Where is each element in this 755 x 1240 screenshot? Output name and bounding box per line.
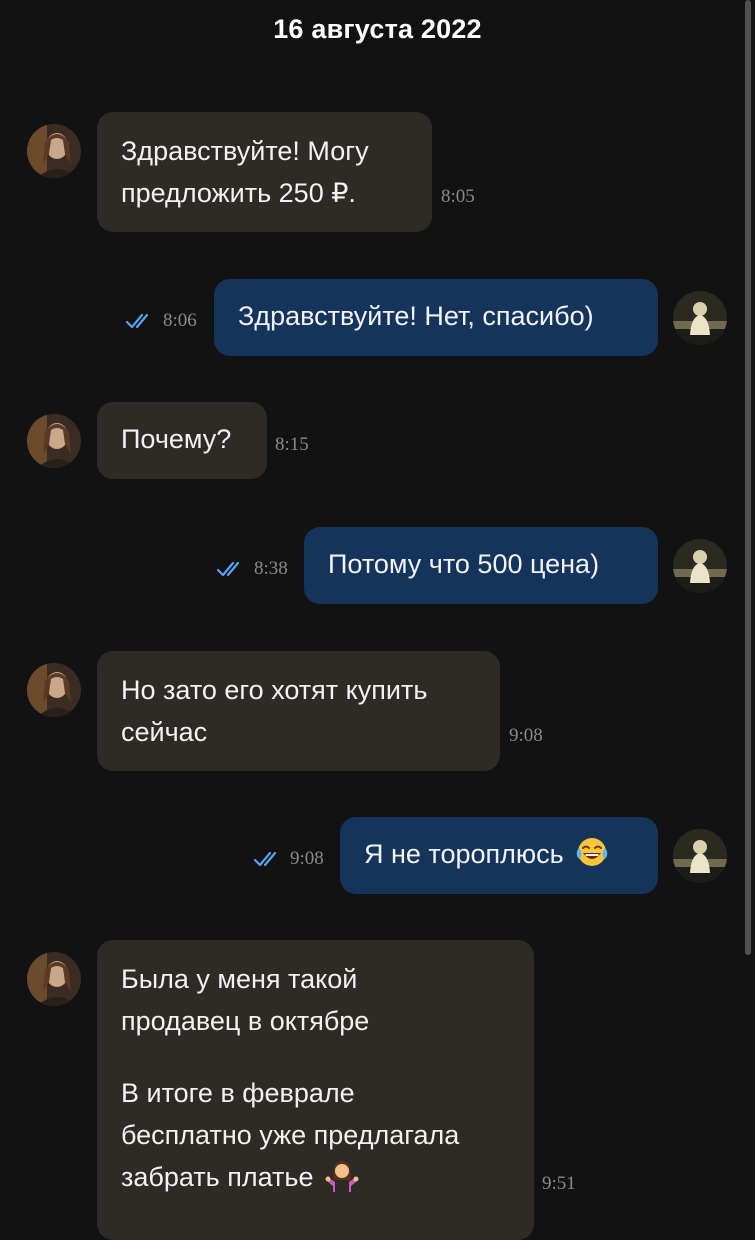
message-paragraph: В итоге в феврале бесплатно уже предлагал… — [121, 1072, 510, 1198]
message-paragraph: Была у меня такой продавец в октябре — [121, 958, 510, 1042]
message-text-line: Была у меня такой — [121, 964, 358, 994]
message-text-line: забрать платье — [121, 1162, 314, 1192]
message-time: 9:51 — [542, 1173, 576, 1194]
message-text-line: сейчас — [121, 717, 208, 747]
contact-avatar[interactable] — [27, 663, 81, 717]
user-avatar[interactable] — [673, 829, 727, 883]
message-text-line: продавец в октябре — [121, 1006, 370, 1036]
contact-avatar[interactable] — [27, 952, 81, 1006]
message-bubble[interactable]: Но зато его хотят купить сейчас — [97, 651, 500, 771]
message-time: 8:05 — [441, 186, 475, 207]
read-checkmarks-icon — [253, 851, 277, 867]
message-time: 8:38 — [254, 558, 288, 579]
message-text: Здравствуйте! Нет, спасибо) — [238, 301, 594, 331]
message-bubble[interactable]: Потому что 500 цена) — [304, 527, 658, 604]
person-shrugging-emoji-icon — [325, 1161, 359, 1192]
message-text: Почему? — [121, 424, 232, 454]
message-bubble[interactable]: Я не тороплюсь — [340, 817, 658, 894]
scrollbar[interactable] — [745, 0, 751, 955]
user-avatar[interactable] — [673, 539, 727, 593]
message-text-line: Здравствуйте! Могу — [121, 136, 369, 166]
message-text-line: Но зато его хотят купить — [121, 675, 428, 705]
message-bubble[interactable]: Здравствуйте! Могу предложить 250 ₽. — [97, 112, 432, 232]
message-text: Я не тороплюсь — [364, 839, 564, 869]
message-bubble[interactable]: Здравствуйте! Нет, спасибо) — [214, 279, 658, 356]
face-with-tears-of-joy-emoji-icon — [576, 838, 608, 866]
message-text-line: В итоге в феврале — [121, 1078, 355, 1108]
message-bubble[interactable]: Была у меня такой продавец в октябре В ит… — [97, 940, 534, 1240]
date-separator: 16 августа 2022 — [273, 14, 482, 44]
message-text-line: предложить 250 ₽. — [121, 178, 356, 208]
read-checkmarks-icon — [125, 313, 149, 329]
contact-avatar[interactable] — [27, 414, 81, 468]
contact-avatar[interactable] — [27, 124, 81, 178]
message-bubble[interactable]: Почему? — [97, 402, 267, 479]
user-avatar[interactable] — [673, 291, 727, 345]
message-time: 9:08 — [509, 725, 543, 746]
message-time: 8:15 — [275, 434, 309, 455]
message-text: Потому что 500 цена) — [328, 549, 600, 579]
message-time: 8:06 — [163, 310, 197, 331]
message-time: 9:08 — [290, 848, 324, 869]
read-checkmarks-icon — [216, 561, 240, 577]
message-text-line: бесплатно уже предлагала — [121, 1120, 460, 1150]
